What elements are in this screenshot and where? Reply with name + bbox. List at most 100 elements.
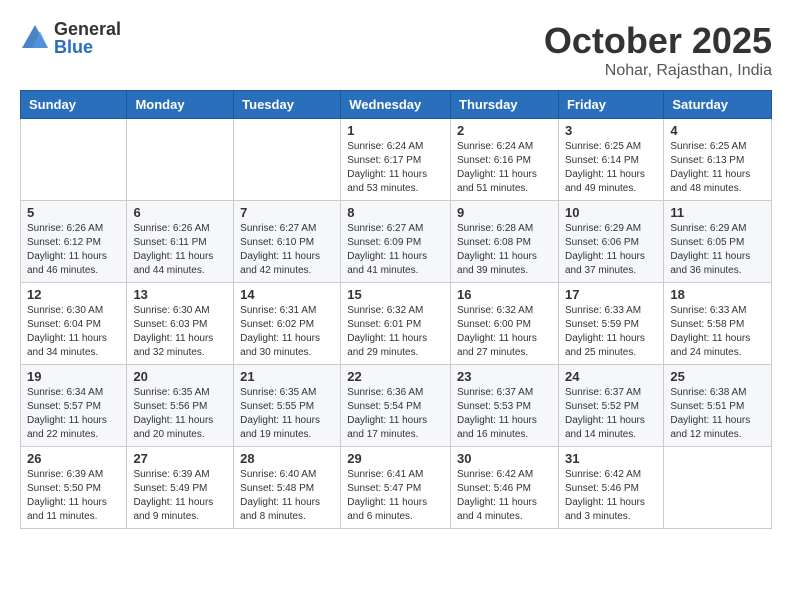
day-info: Sunrise: 6:31 AM Sunset: 6:02 PM Dayligh… [240, 304, 334, 360]
day-info: Sunrise: 6:25 AM Sunset: 6:14 PM Dayligh… [565, 140, 657, 196]
day-number: 30 [457, 451, 552, 466]
calendar-cell: 8Sunrise: 6:27 AM Sunset: 6:09 PM Daylig… [341, 201, 451, 283]
day-number: 4 [670, 123, 765, 138]
day-info: Sunrise: 6:27 AM Sunset: 6:10 PM Dayligh… [240, 222, 334, 278]
calendar-cell: 7 Sunrise: 6:27 AM Sunset: 6:10 PM Daylig… [234, 201, 341, 283]
weekday-header: Sunday [21, 91, 127, 119]
page-header: General Blue October 2025 Nohar, Rajasth… [20, 20, 772, 80]
calendar-cell: 10 Sunrise: 6:29 AM Sunset: 6:06 PM Dayli… [558, 201, 663, 283]
calendar-cell: 26Sunrise: 6:39 AM Sunset: 5:50 PM Dayli… [21, 447, 127, 529]
day-number: 28 [240, 451, 334, 466]
logo: General Blue [20, 20, 121, 56]
day-info: Sunrise: 6:41 AM Sunset: 5:47 PM Dayligh… [347, 468, 444, 524]
day-info: Sunrise: 6:35 AM Sunset: 5:56 PM Dayligh… [133, 386, 227, 442]
calendar-cell [21, 119, 127, 201]
day-info: Sunrise: 6:37 AM Sunset: 5:52 PM Dayligh… [565, 386, 657, 442]
day-info: Sunrise: 6:33 AM Sunset: 5:58 PM Dayligh… [670, 304, 765, 360]
calendar-cell [234, 119, 341, 201]
calendar-cell: 18 Sunrise: 6:33 AM Sunset: 5:58 PM Dayli… [664, 283, 772, 365]
day-info: Sunrise: 6:36 AM Sunset: 5:54 PM Dayligh… [347, 386, 444, 442]
calendar-cell: 11 Sunrise: 6:29 AM Sunset: 6:05 PM Dayli… [664, 201, 772, 283]
calendar-cell: 25 Sunrise: 6:38 AM Sunset: 5:51 PM Dayli… [664, 365, 772, 447]
day-number: 22 [347, 369, 444, 384]
calendar-cell: 22 Sunrise: 6:36 AM Sunset: 5:54 PM Dayli… [341, 365, 451, 447]
logo-general-text: General [54, 20, 121, 38]
calendar-cell: 1Sunrise: 6:24 AM Sunset: 6:17 PM Daylig… [341, 119, 451, 201]
day-number: 15 [347, 287, 444, 302]
calendar-table: SundayMondayTuesdayWednesdayThursdayFrid… [20, 90, 772, 529]
day-info: Sunrise: 6:24 AM Sunset: 6:17 PM Dayligh… [347, 140, 444, 196]
logo-blue-text: Blue [54, 38, 121, 56]
day-number: 2 [457, 123, 552, 138]
calendar-cell: 5 Sunrise: 6:26 AM Sunset: 6:12 PM Daylig… [21, 201, 127, 283]
day-info: Sunrise: 6:37 AM Sunset: 5:53 PM Dayligh… [457, 386, 552, 442]
day-info: Sunrise: 6:27 AM Sunset: 6:09 PM Dayligh… [347, 222, 444, 278]
day-number: 12 [27, 287, 120, 302]
day-number: 19 [27, 369, 120, 384]
calendar-cell: 19 Sunrise: 6:34 AM Sunset: 5:57 PM Dayli… [21, 365, 127, 447]
day-number: 6 [133, 205, 227, 220]
calendar-cell: 6Sunrise: 6:26 AM Sunset: 6:11 PM Daylig… [127, 201, 234, 283]
day-info: Sunrise: 6:39 AM Sunset: 5:49 PM Dayligh… [133, 468, 227, 524]
day-number: 16 [457, 287, 552, 302]
weekday-header: Wednesday [341, 91, 451, 119]
day-number: 11 [670, 205, 765, 220]
day-info: Sunrise: 6:30 AM Sunset: 6:04 PM Dayligh… [27, 304, 120, 360]
calendar-cell: 14 Sunrise: 6:31 AM Sunset: 6:02 PM Dayli… [234, 283, 341, 365]
calendar-cell: 20 Sunrise: 6:35 AM Sunset: 5:56 PM Dayli… [127, 365, 234, 447]
weekday-header: Tuesday [234, 91, 341, 119]
day-number: 17 [565, 287, 657, 302]
day-number: 27 [133, 451, 227, 466]
weekday-header: Saturday [664, 91, 772, 119]
day-info: Sunrise: 6:32 AM Sunset: 6:01 PM Dayligh… [347, 304, 444, 360]
location-subtitle: Nohar, Rajasthan, India [544, 62, 772, 80]
day-number: 5 [27, 205, 120, 220]
logo-icon [20, 23, 50, 53]
calendar-cell [127, 119, 234, 201]
calendar-cell: 16 Sunrise: 6:32 AM Sunset: 6:00 PM Dayli… [451, 283, 559, 365]
calendar-cell: 3 Sunrise: 6:25 AM Sunset: 6:14 PM Daylig… [558, 119, 663, 201]
day-info: Sunrise: 6:40 AM Sunset: 5:48 PM Dayligh… [240, 468, 334, 524]
title-block: October 2025 Nohar, Rajasthan, India [544, 20, 772, 80]
day-number: 13 [133, 287, 227, 302]
day-number: 23 [457, 369, 552, 384]
day-info: Sunrise: 6:35 AM Sunset: 5:55 PM Dayligh… [240, 386, 334, 442]
calendar-cell: 9Sunrise: 6:28 AM Sunset: 6:08 PM Daylig… [451, 201, 559, 283]
weekday-header-row: SundayMondayTuesdayWednesdayThursdayFrid… [21, 91, 772, 119]
day-number: 25 [670, 369, 765, 384]
calendar-week-row: 12 Sunrise: 6:30 AM Sunset: 6:04 PM Dayli… [21, 283, 772, 365]
calendar-cell: 23 Sunrise: 6:37 AM Sunset: 5:53 PM Dayli… [451, 365, 559, 447]
calendar-cell: 4 Sunrise: 6:25 AM Sunset: 6:13 PM Daylig… [664, 119, 772, 201]
day-info: Sunrise: 6:34 AM Sunset: 5:57 PM Dayligh… [27, 386, 120, 442]
day-info: Sunrise: 6:42 AM Sunset: 5:46 PM Dayligh… [457, 468, 552, 524]
day-info: Sunrise: 6:29 AM Sunset: 6:06 PM Dayligh… [565, 222, 657, 278]
day-number: 20 [133, 369, 227, 384]
day-info: Sunrise: 6:33 AM Sunset: 5:59 PM Dayligh… [565, 304, 657, 360]
day-info: Sunrise: 6:38 AM Sunset: 5:51 PM Dayligh… [670, 386, 765, 442]
weekday-header: Monday [127, 91, 234, 119]
day-number: 7 [240, 205, 334, 220]
calendar-week-row: 26Sunrise: 6:39 AM Sunset: 5:50 PM Dayli… [21, 447, 772, 529]
calendar-cell: 12 Sunrise: 6:30 AM Sunset: 6:04 PM Dayli… [21, 283, 127, 365]
day-info: Sunrise: 6:29 AM Sunset: 6:05 PM Dayligh… [670, 222, 765, 278]
calendar-cell: 21Sunrise: 6:35 AM Sunset: 5:55 PM Dayli… [234, 365, 341, 447]
calendar-week-row: 19 Sunrise: 6:34 AM Sunset: 5:57 PM Dayli… [21, 365, 772, 447]
weekday-header: Friday [558, 91, 663, 119]
calendar-cell [664, 447, 772, 529]
day-info: Sunrise: 6:32 AM Sunset: 6:00 PM Dayligh… [457, 304, 552, 360]
month-title: October 2025 [544, 20, 772, 62]
calendar-week-row: 5 Sunrise: 6:26 AM Sunset: 6:12 PM Daylig… [21, 201, 772, 283]
day-number: 18 [670, 287, 765, 302]
day-info: Sunrise: 6:25 AM Sunset: 6:13 PM Dayligh… [670, 140, 765, 196]
day-number: 14 [240, 287, 334, 302]
day-number: 10 [565, 205, 657, 220]
day-info: Sunrise: 6:39 AM Sunset: 5:50 PM Dayligh… [27, 468, 120, 524]
calendar-cell: 27 Sunrise: 6:39 AM Sunset: 5:49 PM Dayli… [127, 447, 234, 529]
calendar-cell: 17 Sunrise: 6:33 AM Sunset: 5:59 PM Dayli… [558, 283, 663, 365]
day-info: Sunrise: 6:26 AM Sunset: 6:12 PM Dayligh… [27, 222, 120, 278]
day-info: Sunrise: 6:28 AM Sunset: 6:08 PM Dayligh… [457, 222, 552, 278]
calendar-cell: 30 Sunrise: 6:42 AM Sunset: 5:46 PM Dayli… [451, 447, 559, 529]
calendar-cell: 13Sunrise: 6:30 AM Sunset: 6:03 PM Dayli… [127, 283, 234, 365]
day-number: 3 [565, 123, 657, 138]
calendar-cell: 15 Sunrise: 6:32 AM Sunset: 6:01 PM Dayli… [341, 283, 451, 365]
